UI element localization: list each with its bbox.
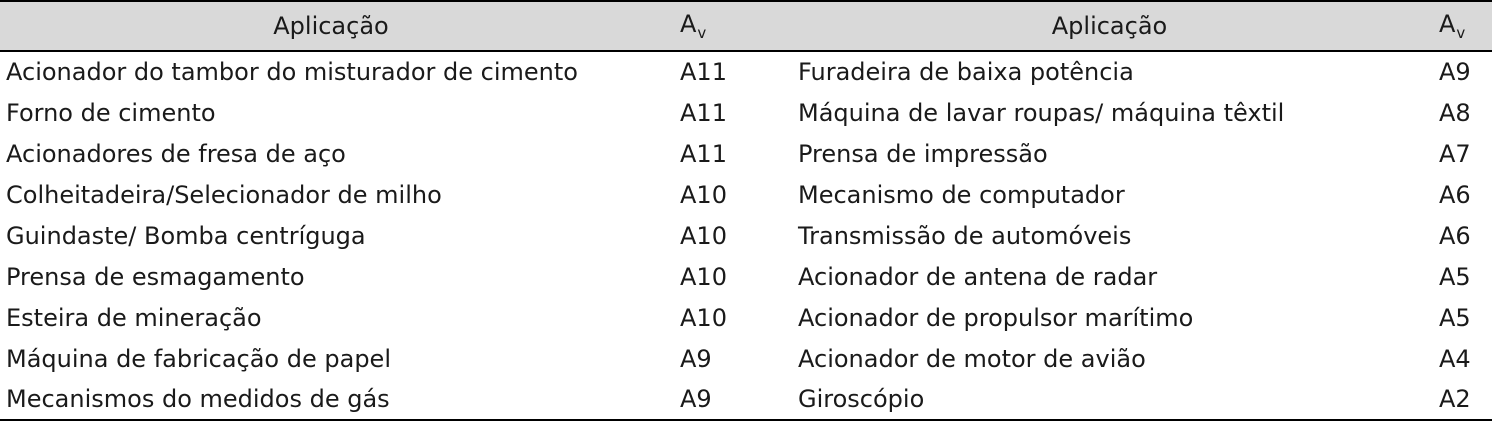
right-application-cell: Acionador de propulsor marítimo [798, 303, 1194, 332]
header-av-right-subscript: v [1456, 24, 1466, 42]
right-application-cell: Giroscópio [792, 379, 1427, 421]
left-application-cell: Guindaste/ Bomba centríguga [6, 221, 366, 250]
right-application-cell: Mecanismo de computador [798, 180, 1125, 209]
right-av-cell: A7 [1439, 139, 1471, 168]
header-application-left: Aplicação [0, 0, 662, 52]
right-application-cell: Transmissão de automóveis [798, 221, 1132, 250]
table-row: Acionador do tambor do misturador de cim… [0, 51, 1492, 92]
header-av-left-subscript: v [697, 24, 707, 42]
left-av-cell: A11 [680, 58, 727, 86]
right-application-cell: Acionador de antena de radar [798, 262, 1158, 291]
right-av-cell: A8 [1439, 98, 1471, 127]
table-row: Máquina de fabricação de papel A9 Acionado… [0, 338, 1492, 379]
left-application-cell: Colheitadeira/Selecionador de milho [6, 180, 442, 209]
right-av-cell: A5 [1439, 262, 1471, 291]
right-av-cell: A4 [1439, 344, 1471, 373]
table-row: Acionadores de fresa de aço A11 Prensa de … [0, 133, 1492, 174]
application-av-table: Aplicação Av Aplicação Av Acionador do t… [0, 0, 1492, 421]
right-av-cell: A6 [1439, 180, 1471, 209]
table-row: Forno de cimento A11 Máquina de lavar roup… [0, 92, 1492, 133]
right-av-cell: A9 [1439, 58, 1471, 86]
right-av-cell: A2 [1427, 379, 1492, 421]
header-av-left-main: A [680, 10, 697, 38]
header-application-right: Aplicação [792, 0, 1427, 52]
left-application-cell: Prensa de esmagamento [6, 262, 305, 291]
left-av-cell: A10 [680, 180, 727, 209]
table-row: Colheitadeira/Selecionador de milho A10 Me… [0, 174, 1492, 215]
left-application-cell: Forno de cimento [6, 98, 216, 127]
header-av-right: Av [1427, 0, 1492, 52]
left-application-cell: Esteira de mineração [6, 303, 262, 332]
left-av-cell: A10 [680, 303, 727, 332]
left-application-cell: Mecanismos do medidos de gás [0, 379, 662, 421]
right-application-cell: Máquina de lavar roupas/ máquina têxtil [798, 98, 1285, 127]
table-header: Aplicação Av Aplicação Av [0, 0, 1492, 52]
right-application-cell: Prensa de impressão [798, 139, 1048, 168]
left-av-cell: A10 [680, 262, 727, 291]
right-av-cell: A6 [1439, 221, 1471, 250]
left-application-cell: Máquina de fabricação de papel [6, 344, 391, 373]
right-application-cell: Acionador de motor de avião [798, 344, 1146, 373]
left-av-cell: A10 [680, 221, 727, 250]
left-application-cell: Acionadores de fresa de aço [6, 139, 346, 168]
header-av-left: Av [662, 0, 792, 52]
left-av-cell: A9 [662, 379, 792, 421]
table-row: Esteira de mineração A10 Acionador de prop… [0, 297, 1492, 338]
table-row: Guindaste/ Bomba centríguga A10 Transmissã… [0, 215, 1492, 256]
left-av-cell: A11 [680, 139, 727, 168]
left-application-cell: Acionador do tambor do misturador de cim… [6, 58, 578, 86]
table-row: Prensa de esmagamento A10 Acionador de ant… [0, 256, 1492, 297]
right-application-cell: Furadeira de baixa potência [798, 58, 1134, 86]
left-av-cell: A11 [680, 98, 727, 127]
header-av-right-main: A [1439, 10, 1456, 38]
header-row: Aplicação Av Aplicação Av [0, 0, 1492, 52]
table-row: Mecanismos do medidos de gás A9 Giroscópio… [0, 379, 1492, 421]
right-av-cell: A5 [1439, 303, 1471, 332]
left-av-cell: A9 [680, 344, 712, 373]
table-body: Acionador do tambor do misturador de cim… [0, 51, 1492, 421]
